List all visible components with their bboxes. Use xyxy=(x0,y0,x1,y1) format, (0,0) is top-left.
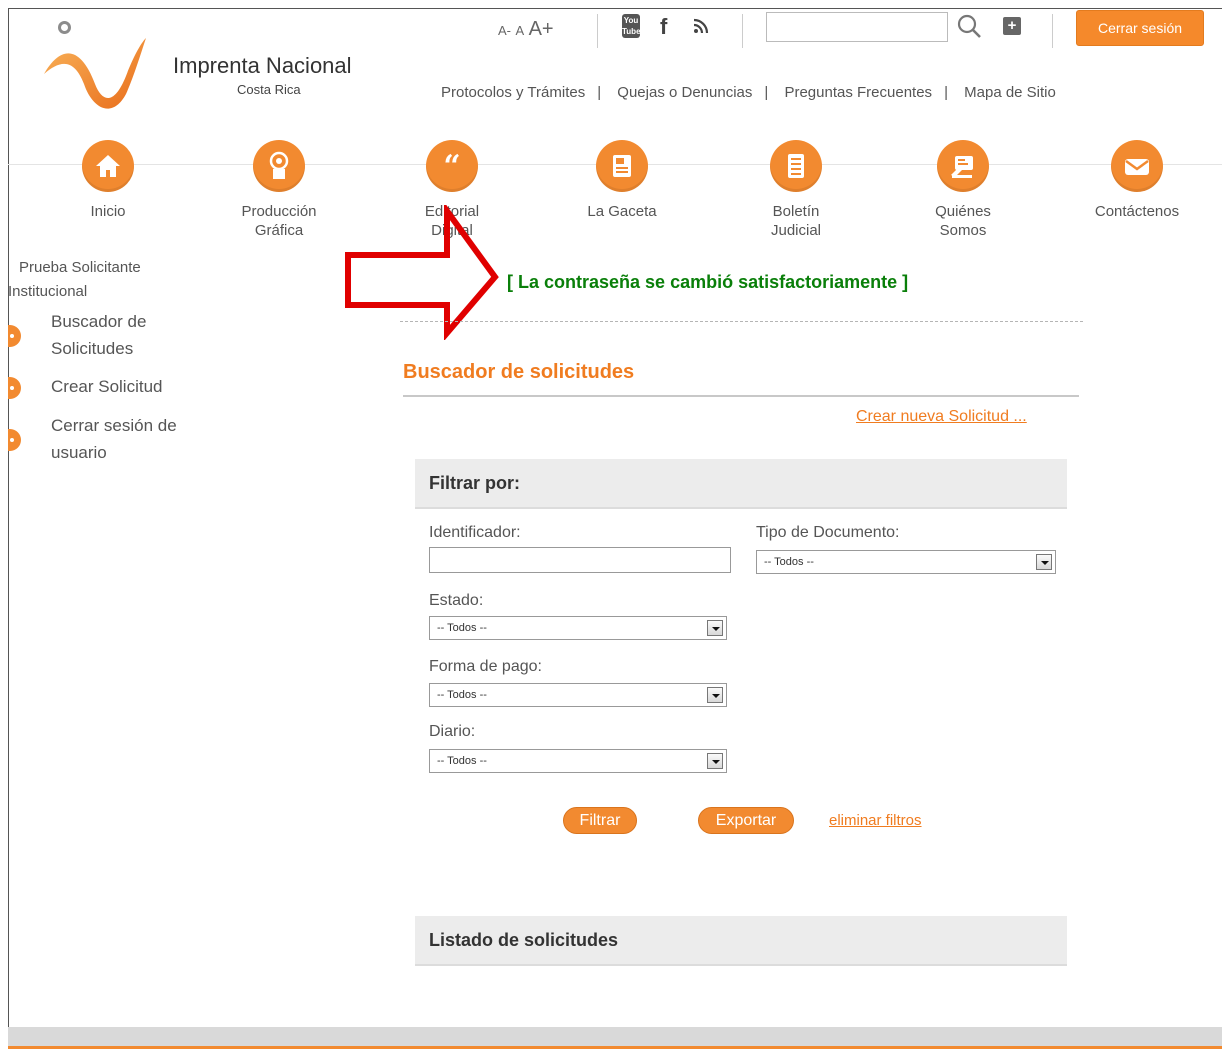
plus-icon[interactable]: + xyxy=(1003,17,1021,35)
sidebar-item-crear[interactable]: Crear Solicitud xyxy=(8,373,208,401)
brand-name: Imprenta Nacional xyxy=(173,53,352,78)
divider xyxy=(742,14,743,48)
logo-swoosh-icon[interactable] xyxy=(40,36,150,111)
top-links: Protocolos y Trámites | Quejas o Denuncia… xyxy=(441,84,1056,101)
font-size-controls: A- A A+ xyxy=(498,18,554,41)
font-decrease-button[interactable]: A- xyxy=(498,23,511,38)
arrow-annotation-icon xyxy=(345,205,499,340)
brand-subtitle: Costa Rica xyxy=(237,82,301,97)
export-button[interactable]: Exportar xyxy=(698,807,794,834)
identificador-input[interactable] xyxy=(429,547,731,573)
sidebar-item-cerrar-sesion[interactable]: Cerrar sesión de usuario xyxy=(8,412,208,468)
sidebar-item-label: Buscador de Solicitudes xyxy=(51,312,147,358)
font-increase-button[interactable]: A+ xyxy=(529,18,554,40)
link-quejas[interactable]: Quejas o Denuncias xyxy=(617,84,752,101)
nav-label: Producción Gráfica xyxy=(241,203,317,239)
nav-label: Boletín Judicial xyxy=(770,203,822,239)
facebook-icon[interactable]: f xyxy=(660,14,667,40)
divider xyxy=(597,14,598,48)
tipo-documento-label: Tipo de Documento: xyxy=(756,524,900,541)
document-icon xyxy=(770,140,822,192)
newspaper-icon xyxy=(596,140,648,192)
nav-label: Inicio xyxy=(90,203,126,220)
select-value: -- Todos -- xyxy=(437,689,487,701)
nav-label: Quiénes Somos xyxy=(935,203,991,239)
page-title: Buscador de solicitudes xyxy=(403,361,635,383)
sidebar-item-label: Crear Solicitud xyxy=(51,377,163,396)
youtube-icon[interactable]: You Tube xyxy=(622,14,641,38)
list-panel-header: Listado de solicitudes xyxy=(415,916,1067,966)
logo-dot xyxy=(58,21,71,34)
search-icon[interactable] xyxy=(956,13,982,39)
about-icon xyxy=(937,140,989,192)
nav-item-inicio[interactable]: Inicio xyxy=(38,140,178,221)
user-name: Prueba Solicitante Institucional xyxy=(8,259,141,300)
tipo-documento-select[interactable]: -- Todos -- xyxy=(756,550,1056,574)
chevron-down-icon[interactable] xyxy=(1036,554,1052,570)
quote-icon: “ xyxy=(426,140,478,192)
bullet-icon xyxy=(8,429,21,451)
mail-icon xyxy=(1111,140,1163,192)
success-message: [ La contraseña se cambió satisfactoriam… xyxy=(507,272,909,292)
nav-label: Contáctenos xyxy=(1094,203,1180,220)
bullet-icon xyxy=(8,377,21,399)
nav-item-quienes[interactable]: Quiénes Somos xyxy=(893,140,1033,240)
divider xyxy=(1052,14,1053,48)
diario-label: Diario: xyxy=(429,723,476,740)
chevron-down-icon[interactable] xyxy=(707,620,723,636)
clear-filters-link[interactable]: eliminar filtros xyxy=(829,812,922,829)
estado-select[interactable]: -- Todos -- xyxy=(429,616,727,640)
select-value: -- Todos -- xyxy=(437,622,487,634)
select-value: -- Todos -- xyxy=(764,556,814,568)
sidebar-item-buscador[interactable]: Buscador de Solicitudes xyxy=(8,308,208,364)
nav-label: La Gaceta xyxy=(587,203,657,220)
link-mapa-sitio[interactable]: Mapa de Sitio xyxy=(964,84,1056,101)
nav-item-boletin[interactable]: Boletín Judicial xyxy=(726,140,866,240)
filter-title: Filtrar por: xyxy=(429,473,521,493)
filter-panel-header: Filtrar por: xyxy=(415,459,1067,509)
link-protocolos[interactable]: Protocolos y Trámites xyxy=(441,84,585,101)
chevron-down-icon[interactable] xyxy=(707,687,723,703)
nav-item-gaceta[interactable]: La Gaceta xyxy=(552,140,692,221)
dashed-divider xyxy=(400,321,1083,322)
bullet-icon xyxy=(8,325,21,347)
font-normal-button[interactable]: A xyxy=(515,23,524,38)
forma-pago-label: Forma de pago: xyxy=(429,658,542,675)
select-value: -- Todos -- xyxy=(437,755,487,767)
home-icon xyxy=(82,140,134,192)
estado-label: Estado: xyxy=(429,592,484,609)
title-underline xyxy=(403,395,1079,397)
link-preguntas[interactable]: Preguntas Frecuentes xyxy=(784,84,932,101)
sidebar-item-label: Cerrar sesión de usuario xyxy=(51,416,177,462)
create-request-link[interactable]: Crear nueva Solicitud ... xyxy=(856,408,1027,426)
footer-bar xyxy=(8,1027,1222,1049)
filter-button[interactable]: Filtrar xyxy=(563,807,637,834)
search-input[interactable] xyxy=(766,12,948,42)
diario-select[interactable]: -- Todos -- xyxy=(429,749,727,773)
nav-item-contactenos[interactable]: Contáctenos xyxy=(1067,140,1207,221)
list-title: Listado de solicitudes xyxy=(429,930,619,950)
logout-button[interactable]: Cerrar sesión xyxy=(1076,10,1204,46)
identificador-label: Identificador: xyxy=(429,524,521,541)
print-icon xyxy=(253,140,305,192)
rss-icon[interactable] xyxy=(693,18,709,34)
chevron-down-icon[interactable] xyxy=(707,753,723,769)
nav-item-produccion[interactable]: Producción Gráfica xyxy=(209,140,349,240)
forma-pago-select[interactable]: -- Todos -- xyxy=(429,683,727,707)
